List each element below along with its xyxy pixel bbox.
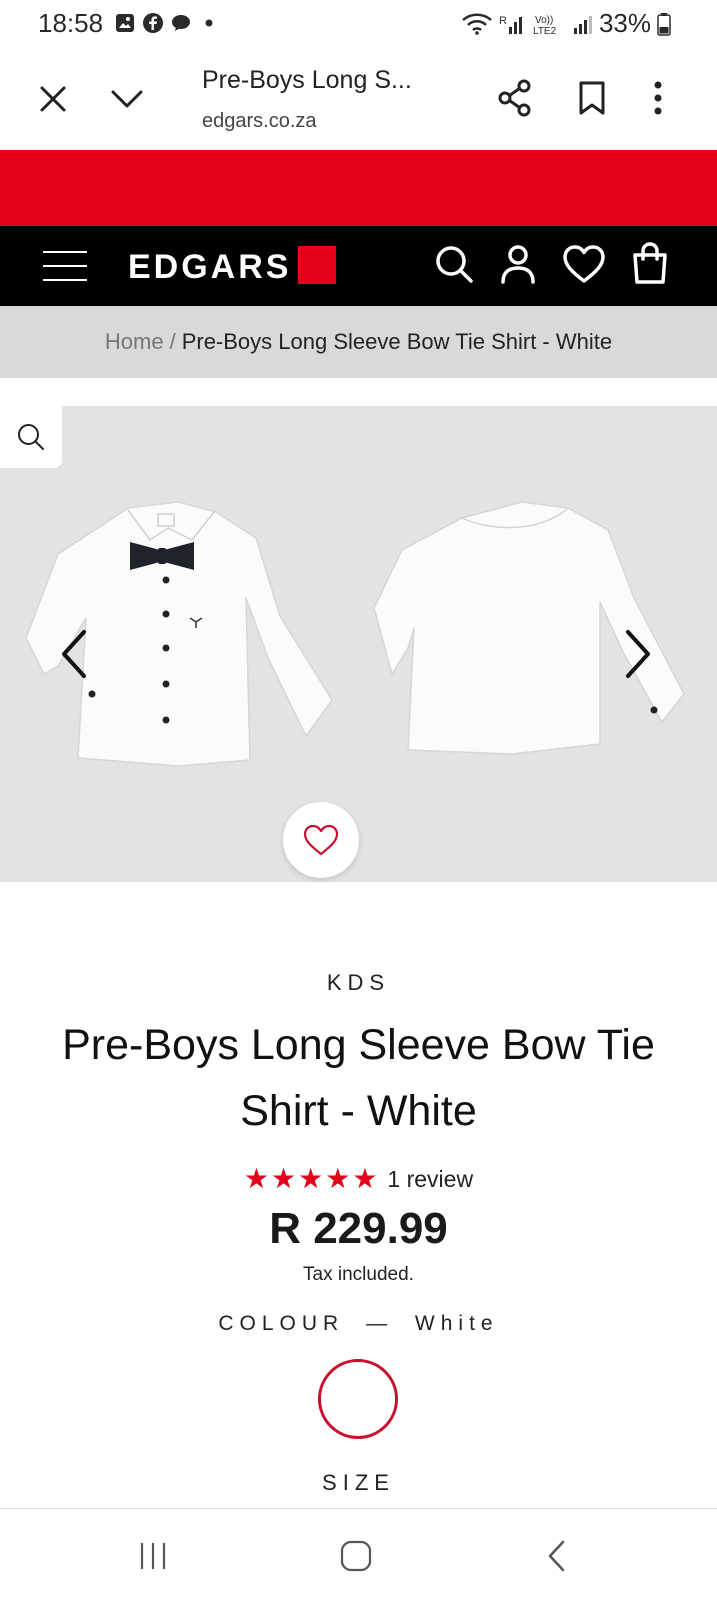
wifi-icon xyxy=(462,13,492,35)
colour-swatch-white[interactable] xyxy=(318,1359,398,1439)
close-icon xyxy=(40,86,66,112)
chat-icon xyxy=(172,15,190,31)
back-button[interactable] xyxy=(532,1531,582,1581)
breadcrumb: Home / Pre-Boys Long Sleeve Bow Tie Shir… xyxy=(0,306,717,378)
promo-banner xyxy=(0,150,717,226)
dot-icon xyxy=(205,19,213,27)
signal-icon xyxy=(573,15,592,34)
zoom-button[interactable] xyxy=(0,406,62,468)
status-bar: 18:58 R Vo)) LTE2 33% xyxy=(0,0,717,48)
product-gallery[interactable] xyxy=(0,406,717,882)
status-time: 18:58 xyxy=(38,8,104,38)
battery-icon xyxy=(657,12,671,36)
home-button[interactable] xyxy=(331,1531,381,1581)
status-system-icons: R Vo)) LTE2 33% xyxy=(461,8,671,39)
product-brand[interactable]: KDS xyxy=(0,970,717,996)
page-domain[interactable]: edgars.co.za xyxy=(202,110,317,133)
gallery-icon xyxy=(116,14,134,32)
chevron-down-icon xyxy=(111,90,143,108)
heart-icon xyxy=(303,824,339,856)
rating-stars: ★★★★★ xyxy=(243,1163,380,1194)
size-label: SIZE xyxy=(322,1470,395,1495)
rating-row[interactable]: ★★★★★ 1 review xyxy=(0,1165,717,1193)
breadcrumb-current: Pre-Boys Long Sleeve Bow Tie Shirt - Whi… xyxy=(181,329,613,354)
recents-icon xyxy=(140,1543,166,1569)
account-button[interactable] xyxy=(496,242,540,286)
chevron-right-icon xyxy=(626,630,650,678)
svg-text:R: R xyxy=(499,15,507,27)
product-title: Pre-Boys Long Sleeve Bow Tie Shirt - Whi… xyxy=(62,1021,655,1135)
gallery-next-button[interactable] xyxy=(618,624,658,684)
bag-icon xyxy=(633,242,667,284)
heart-icon xyxy=(563,245,605,283)
home-icon xyxy=(340,1540,372,1572)
review-count[interactable]: 1 review xyxy=(387,1166,473,1193)
tax-note: Tax included. xyxy=(303,1264,414,1285)
gallery-prev-button[interactable] xyxy=(54,624,94,684)
logo-mark xyxy=(298,246,336,284)
more-vert-icon xyxy=(654,81,662,115)
chevron-left-icon xyxy=(62,630,86,678)
bookmark-icon xyxy=(579,81,605,115)
site-header: EDGARS xyxy=(0,226,717,306)
share-icon xyxy=(498,79,531,117)
browser-toolbar: Pre-Boys Long S... edgars.co.za xyxy=(0,48,717,150)
status-notification-icons xyxy=(114,12,220,34)
svg-text:Vo)): Vo)) xyxy=(535,15,553,26)
volte-icon: Vo))LTE2 xyxy=(533,15,557,36)
battery-percentage: 33% xyxy=(598,8,651,38)
breadcrumb-separator: / xyxy=(169,329,176,354)
menu-icon xyxy=(43,251,87,281)
share-button[interactable] xyxy=(493,76,537,120)
colour-selector-label: COLOUR — White xyxy=(0,1312,717,1336)
add-to-wishlist-button[interactable] xyxy=(283,802,359,878)
search-button[interactable] xyxy=(432,242,476,286)
colour-label: COLOUR xyxy=(218,1312,345,1335)
svg-text:LTE2: LTE2 xyxy=(533,26,557,36)
search-icon xyxy=(436,246,473,283)
facebook-icon xyxy=(143,13,163,33)
breadcrumb-home-link[interactable]: Home xyxy=(105,329,164,355)
menu-button[interactable] xyxy=(40,244,90,288)
site-logo[interactable]: EDGARS xyxy=(128,248,291,287)
close-tab-button[interactable] xyxy=(32,78,74,120)
zoom-icon xyxy=(18,424,44,450)
more-options-button[interactable] xyxy=(640,76,676,120)
bookmark-button[interactable] xyxy=(570,76,614,120)
page-title[interactable]: Pre-Boys Long S... xyxy=(202,66,412,95)
minimize-button[interactable] xyxy=(106,78,148,120)
signal-icon: R xyxy=(499,15,522,34)
back-icon xyxy=(548,1540,565,1572)
account-icon xyxy=(501,245,535,284)
product-price: R 229.99 xyxy=(269,1204,448,1253)
wishlist-button[interactable] xyxy=(560,242,608,286)
cart-button[interactable] xyxy=(628,240,672,286)
colour-separator: — xyxy=(366,1312,394,1335)
system-nav-bar xyxy=(0,1508,717,1600)
colour-value: White xyxy=(414,1312,499,1335)
recents-button[interactable] xyxy=(128,1531,178,1581)
